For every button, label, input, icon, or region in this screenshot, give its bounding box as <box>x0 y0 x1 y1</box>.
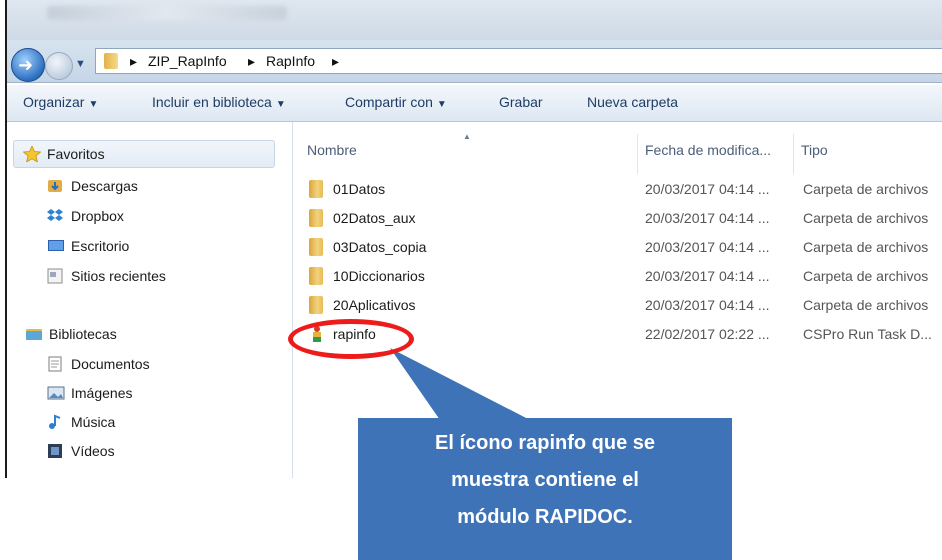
callout-text: El ícono rapinfo que se muestra contiene… <box>358 425 732 536</box>
callout-line: muestra contiene el <box>451 469 639 491</box>
callout-pointer <box>390 348 530 420</box>
callout-line: El ícono rapinfo que se <box>434 432 656 454</box>
callout-line: módulo RAPIDOC. <box>457 506 633 528</box>
highlight-ellipse <box>288 319 414 359</box>
